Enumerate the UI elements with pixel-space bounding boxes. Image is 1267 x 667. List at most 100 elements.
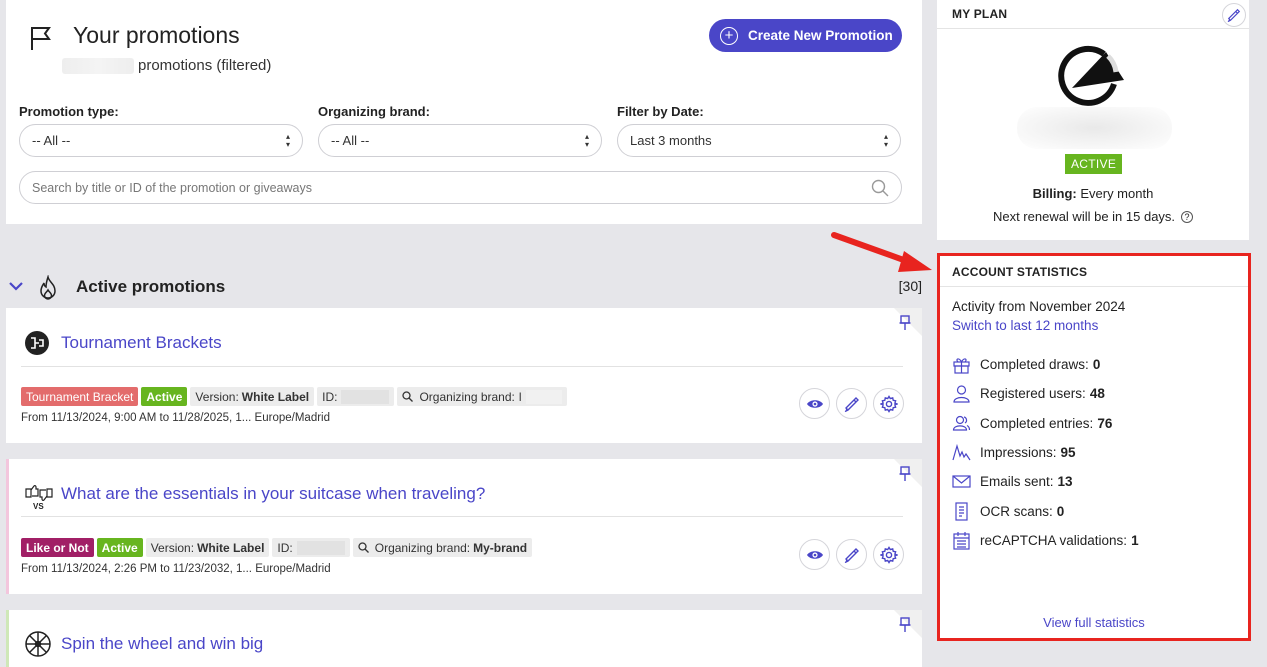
promotion-type-select[interactable]: -- All -- ▴ ▾ [19,124,303,157]
version-tag: Version: White Label [190,387,315,406]
account-statistics-label: ACCOUNT STATISTICS [952,265,1088,279]
promotion-card: Spin the wheel and win big [6,610,922,667]
promotion-title-link[interactable]: Spin the wheel and win big [61,634,263,654]
annotation-arrow-icon [831,232,932,272]
chevron-down-icon[interactable] [8,280,24,292]
help-icon[interactable]: ? [1181,211,1194,223]
wheel-icon [25,631,51,657]
eye-icon [806,399,823,408]
promotion-actions [799,388,904,419]
subtitle-text: promotions (filtered) [138,57,272,74]
select-caret-icon: ▴ ▾ [883,131,888,149]
plan-status-badge: ACTIVE [1065,154,1123,174]
section-count: [30] [898,278,922,294]
receipt-icon [955,502,968,521]
redacted-brand [525,389,562,404]
promotion-tags: Like or Not Active Version: White Label I… [21,538,533,557]
divider [937,28,1249,29]
stat-impressions: Impressions: 95 [952,443,1076,462]
settings-button[interactable] [873,388,904,419]
organizing-brand-select[interactable]: -- All -- ▴ ▾ [318,124,602,157]
organizing-brand-filter: Organizing brand: -- All -- ▴ ▾ [318,104,602,157]
date-filter-label: Filter by Date: [617,104,704,119]
promotion-tags: Tournament Bracket Active Version: White … [21,387,567,406]
organizing-brand-value: -- All -- [331,133,370,148]
edit-button[interactable] [836,539,867,570]
promotion-dates: From 11/13/2024, 9:00 AM to 11/28/2025, … [21,412,330,424]
card-divider [21,366,903,367]
switch-period-link[interactable]: Switch to last 12 months [952,318,1098,333]
graph-icon [952,443,971,461]
mail-icon [952,475,971,488]
edit-button[interactable] [836,388,867,419]
search-placeholder: Search by title or ID of the promotion o… [32,180,312,195]
promotion-type-label: Promotion type: [19,104,119,119]
stat-ocr-scans: OCR scans: 0 [952,502,1064,521]
stat-completed-entries: Completed entries: 76 [952,414,1112,433]
promotions-header-card: Your promotions promotions (filtered) + … [6,0,922,224]
promotion-dates: From 11/13/2024, 2:26 PM to 11/23/2032, … [21,563,331,575]
flag-icon [31,27,51,50]
activity-period: Activity from November 2024 [952,299,1126,314]
search-icon [871,179,889,196]
organizing-brand-label: Organizing brand: [318,104,430,119]
type-tag: Tournament Bracket [21,387,139,406]
like-or-not-icon: VS [25,484,53,511]
preview-button[interactable] [799,388,830,419]
version-tag: Version: White Label [145,538,270,557]
date-filter: Filter by Date: Last 3 months ▴ ▾ [617,104,901,157]
promotion-title-link[interactable]: What are the essentials in your suitcase… [61,484,485,504]
status-badge: Active [96,538,143,557]
eye-icon [806,550,823,559]
id-tag: ID: [272,538,350,557]
pin-icon[interactable] [899,617,911,633]
status-badge: Active [141,387,188,406]
promotion-actions [799,539,904,570]
promotion-type-value: -- All -- [32,133,71,148]
promotion-title-link[interactable]: Tournament Brackets [61,333,222,353]
redacted-count [62,57,134,74]
select-caret-icon: ▴ ▾ [285,131,290,149]
preview-button[interactable] [799,539,830,570]
pencil-icon [1227,8,1241,22]
brand-tag: Organizing brand: My-brand [352,538,533,557]
view-full-statistics-link[interactable]: View full statistics [940,615,1248,630]
pin-icon[interactable] [899,466,911,482]
divider [940,286,1248,287]
fire-icon [40,275,56,300]
card-accent [6,459,9,594]
gift-icon [953,358,970,374]
card-accent [6,610,9,667]
tournament-bracket-icon [25,331,49,355]
card-divider [21,516,903,517]
pencil-icon [844,396,859,412]
page-title: Your promotions [73,22,240,48]
users-icon [952,415,971,431]
account-statistics-card: ACCOUNT STATISTICS Activity from Novembe… [937,253,1251,641]
promotion-card: Tournament Brackets Tournament Bracket A… [6,308,922,443]
settings-button[interactable] [873,539,904,570]
plan-logo-icon [1058,45,1124,106]
date-filter-select[interactable]: Last 3 months ▴ ▾ [617,124,901,157]
create-new-promotion-button[interactable]: + Create New Promotion [709,19,902,52]
edit-plan-button[interactable] [1222,3,1246,27]
search-input[interactable]: Search by title or ID of the promotion o… [19,171,902,204]
promotion-card: VS What are the essentials in your suitc… [6,459,922,594]
pin-icon[interactable] [899,315,911,331]
renewal-info: Next renewal will be in 15 days.? [937,209,1249,224]
redacted-id [341,389,390,404]
active-promotions-header: Active promotions [30] [6,268,922,306]
select-caret-icon: ▴ ▾ [584,131,589,149]
billing-info: Billing: Every month [1032,186,1154,201]
my-plan-card: MY PLAN ACTIVE Billing: Every month Next… [937,0,1249,240]
redacted-plan-name [1017,107,1172,149]
stat-completed-draws: Completed draws: 0 [952,355,1100,374]
redacted-id [296,540,345,555]
section-title: Active promotions [76,277,226,296]
svg-text:VS: VS [33,502,44,511]
promotion-type-filter: Promotion type: -- All -- ▴ ▾ [19,104,303,157]
gear-icon [879,545,898,564]
create-button-label: Create New Promotion [748,28,893,43]
id-tag: ID: [317,387,395,406]
pencil-icon [844,547,859,563]
